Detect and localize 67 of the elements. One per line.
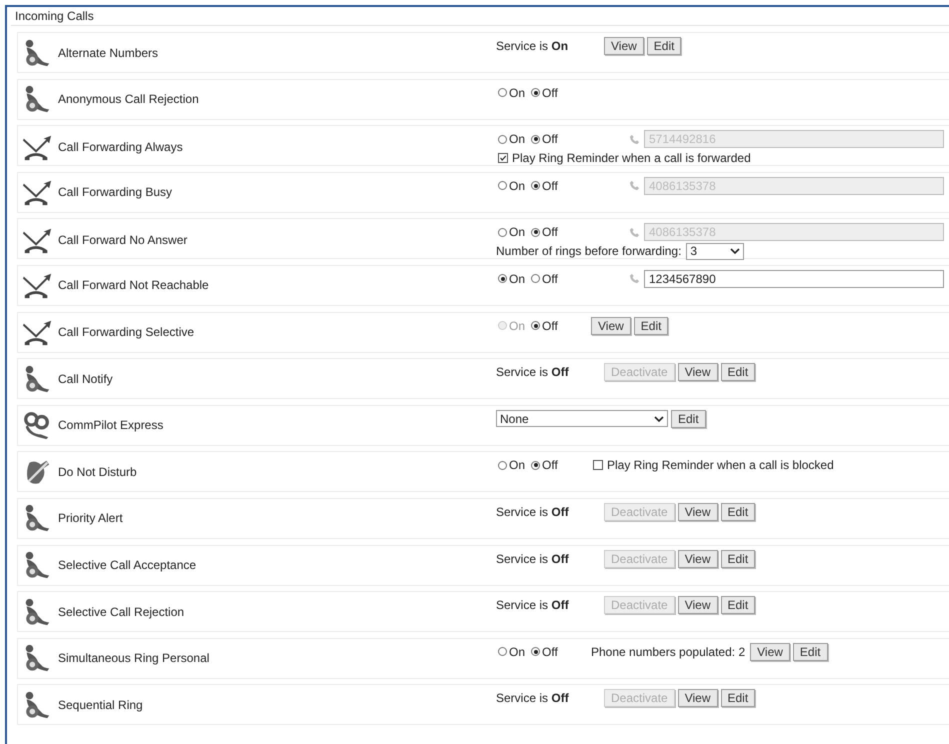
radio-option[interactable]: Off (531, 644, 558, 659)
action-button[interactable]: Edit (634, 316, 668, 335)
action-button[interactable]: Edit (720, 550, 756, 568)
phone-icon (629, 226, 640, 238)
radio-option[interactable]: On (498, 458, 526, 472)
action-button[interactable]: View (750, 642, 790, 661)
phone-number-field[interactable]: 1234567890 (644, 270, 944, 288)
checkbox-option[interactable]: Play Ring Reminder when a call is forwarded (496, 151, 751, 166)
service-name: Sequential Ring (58, 698, 143, 712)
action-button[interactable]: View (604, 37, 644, 55)
service-name: CommPilot Express (58, 418, 164, 432)
radio-option[interactable]: Off (531, 132, 558, 146)
service-name: Call Forwarding Selective (58, 325, 194, 340)
phone-icon (629, 273, 640, 284)
action-button[interactable]: View (591, 316, 631, 335)
service-name: Selective Call Acceptance (58, 558, 196, 572)
action-button[interactable]: View (678, 502, 718, 521)
service-name: Priority Alert (58, 511, 123, 526)
service-name: Simultaneous Ring Personal (58, 651, 210, 666)
checkbox-option[interactable]: Play Ring Reminder when a call is blocked (591, 458, 834, 472)
action-button[interactable]: Edit (671, 410, 706, 428)
radio-option[interactable]: On (498, 132, 526, 146)
checkmark-icon (499, 154, 507, 162)
action-button[interactable]: Edit (720, 596, 756, 614)
service-name: Selective Call Rejection (58, 604, 184, 619)
service-name: Alternate Numbers (58, 46, 158, 60)
radio-option[interactable]: Off (531, 178, 558, 193)
service-status: Service is Off (496, 365, 570, 380)
action-button[interactable]: Edit (720, 363, 756, 382)
radio-option[interactable]: Off (531, 272, 558, 286)
phone-icon (629, 134, 640, 145)
action-button[interactable]: View (678, 596, 718, 614)
service-name: Call Forward No Answer (58, 232, 188, 247)
service-name: Do Not Disturb (58, 464, 137, 479)
phone-icon (629, 180, 640, 192)
action-button[interactable]: Edit (720, 689, 756, 708)
radio-option[interactable]: Off (531, 225, 558, 240)
service-status: Service is On (496, 39, 570, 53)
radio-option[interactable]: Off (531, 318, 558, 333)
service-name: Call Forwarding Busy (58, 185, 172, 200)
dropdown[interactable]: 3 (686, 242, 744, 260)
radio-option[interactable]: On (498, 272, 526, 286)
service-status: Service is Off (496, 598, 570, 612)
action-button[interactable]: View (678, 550, 718, 568)
caret-icon (730, 248, 740, 254)
radio-option[interactable]: On (498, 644, 526, 659)
action-button[interactable]: Edit (646, 37, 682, 55)
dropdown[interactable]: None (496, 410, 668, 428)
service-name: Call Forwarding Always (58, 140, 183, 154)
service-name: Call Notify (58, 372, 113, 386)
radio-option[interactable]: On (498, 225, 526, 240)
radio-option[interactable]: Off (531, 458, 558, 472)
action-button[interactable]: Edit (792, 642, 828, 661)
action-button[interactable]: View (678, 363, 718, 382)
radio-option[interactable]: On (498, 178, 526, 193)
action-button[interactable]: View (678, 689, 718, 708)
service-name: Call Forward Not Reachable (58, 278, 209, 292)
service-status: Service is Off (496, 504, 570, 519)
action-button[interactable]: Edit (720, 502, 756, 521)
service-status: Service is Off (496, 691, 570, 706)
radio-option[interactable]: On (498, 86, 526, 100)
service-status: Service is Off (496, 552, 570, 566)
field-label: Phone numbers populated: 2 (591, 644, 746, 659)
caret-icon (654, 416, 664, 422)
radio-option[interactable]: Off (531, 86, 558, 100)
field-label: Number of rings before forwarding: (496, 244, 682, 258)
service-name: Anonymous Call Rejection (58, 92, 199, 106)
